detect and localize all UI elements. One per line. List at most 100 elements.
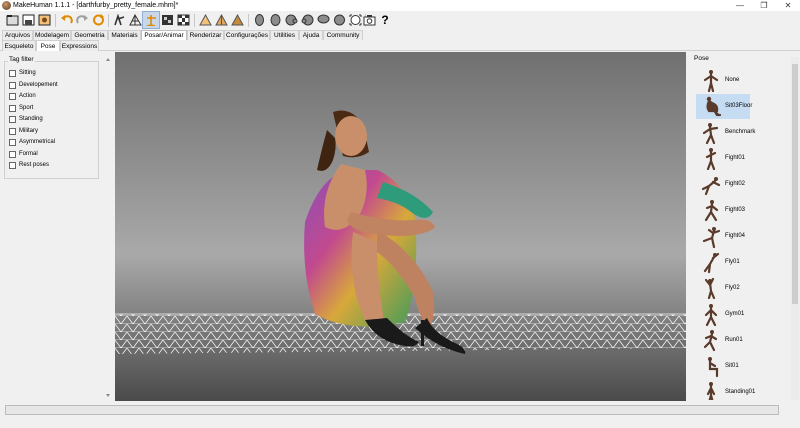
pose-toggle-icon [146, 15, 156, 26]
reset-button[interactable] [90, 12, 106, 28]
back-view-icon [230, 14, 244, 26]
tag-filter-sitting[interactable]: Sitting [9, 68, 36, 79]
pose-thumbnail-icon [704, 277, 716, 300]
subtab-esqueleto[interactable]: Esqueleto [2, 40, 36, 51]
checkbox[interactable] [9, 139, 16, 146]
pose-thumbnail-icon [704, 304, 718, 326]
pose-item-fight04[interactable]: Fight04 [696, 224, 750, 249]
tab-arquivos[interactable]: Arquivos [2, 30, 33, 40]
status-bar [0, 401, 800, 428]
front-view-button[interactable] [197, 12, 213, 28]
tab-renderizar[interactable]: Renderizar [187, 30, 224, 40]
tab-modelagem[interactable]: Modelagem [33, 30, 71, 40]
pose-item-none[interactable]: None [696, 68, 750, 93]
back-view-button[interactable] [229, 12, 245, 28]
export-icon [38, 14, 50, 26]
screenshot-button[interactable] [361, 12, 377, 28]
head-view-4-button[interactable] [299, 12, 315, 28]
tab-ajuda[interactable]: Ajuda [299, 30, 323, 40]
tag-filter-rest-poses[interactable]: Rest poses [9, 160, 49, 171]
tab-geometria[interactable]: Geometria [71, 30, 108, 40]
maximize-button[interactable]: ❐ [752, 0, 776, 11]
pose-item-fly01[interactable]: Fly01 [696, 250, 750, 275]
tag-filter-formal[interactable]: Formal [9, 149, 38, 160]
tab-configuracoes[interactable]: Configurações [224, 30, 270, 40]
pose-thumbnail-icon [705, 148, 717, 170]
head-view-6-icon [333, 14, 345, 26]
3d-viewport[interactable] [115, 52, 686, 401]
title-bar: MakeHuman 1.1.1 - [darthfurby_pretty_fem… [0, 0, 800, 11]
checker-toggle-button[interactable] [175, 12, 191, 28]
left-panel-scrollbar[interactable] [105, 57, 112, 399]
pose-toggle-button[interactable] [142, 11, 160, 29]
tag-filter-standing[interactable]: Standing [9, 114, 43, 125]
pose-thumbnail-icon [706, 96, 722, 117]
checkbox[interactable] [9, 81, 16, 89]
pose-item-fly02[interactable]: Fly02 [696, 276, 750, 301]
pose-list-scrollbar[interactable] [791, 57, 799, 400]
subtab-pose[interactable]: Pose [36, 40, 60, 51]
side-view-button[interactable] [213, 12, 229, 28]
toolbar-separator [194, 14, 195, 27]
save-file-button[interactable] [20, 12, 36, 28]
pose-item-benchmark[interactable]: Benchmark [696, 120, 755, 145]
tag-filter-military[interactable]: Military [9, 126, 38, 137]
scrollbar-thumb[interactable] [792, 64, 798, 304]
pose-list: None Sit03Floor Benchmark Fight01 Fight0… [694, 66, 782, 400]
export-button[interactable] [36, 12, 52, 28]
redo-icon [75, 15, 88, 24]
undo-button[interactable] [58, 12, 74, 28]
pose-item-standing01[interactable]: Standing01 [696, 380, 755, 400]
screenshot-icon [363, 15, 375, 26]
checkbox[interactable] [9, 70, 16, 77]
checkbox[interactable] [9, 127, 16, 135]
open-file-button[interactable] [4, 12, 20, 28]
tab-posar-animar[interactable]: Posar/Animar [141, 30, 187, 40]
pose-item-gym01[interactable]: Gym01 [696, 302, 750, 327]
pose-item-fight02[interactable]: Fight02 [696, 172, 750, 197]
tag-filter-sport[interactable]: Sport [9, 103, 33, 114]
head-view-3-button[interactable] [283, 12, 299, 28]
head-view-6-button[interactable] [331, 12, 347, 28]
tab-community[interactable]: Community [323, 30, 363, 40]
pose-item-label: Sit01 [725, 363, 739, 369]
head-view-2-button[interactable] [267, 12, 283, 28]
pose-item-fight01[interactable]: Fight01 [696, 146, 750, 171]
tab-utilities[interactable]: Utilities [270, 30, 299, 40]
toolbar-separator [55, 14, 56, 27]
help-button[interactable]: ? [377, 12, 393, 28]
checkbox[interactable] [9, 116, 16, 123]
tag-filter-asymmetrical[interactable]: Asymmetrical [9, 137, 55, 148]
skeleton-toggle-button[interactable] [111, 12, 127, 28]
checkbox[interactable] [9, 150, 16, 158]
tag-filter-developement[interactable]: Developement [9, 80, 58, 91]
scroll-up-icon[interactable] [106, 58, 110, 61]
front-view-icon [198, 14, 212, 26]
checkbox[interactable] [9, 93, 16, 100]
tag-filter-action[interactable]: Action [9, 91, 36, 102]
redo-button[interactable] [74, 12, 90, 28]
pose-item-label: Fight03 [725, 207, 746, 213]
pose-item-run01[interactable]: Run01 [696, 328, 750, 353]
head-view-1-button[interactable] [251, 12, 267, 28]
head-view-5-icon [317, 14, 329, 24]
left-panel: Tag filter Sitting Developement Action S… [0, 51, 114, 401]
pose-item-sit01[interactable]: Sit01 [696, 354, 750, 379]
scroll-down-icon[interactable] [106, 394, 110, 397]
subtab-expressions[interactable]: Expressions [60, 40, 99, 51]
close-button[interactable]: ✕ [776, 0, 800, 11]
head-view-5-button[interactable] [315, 12, 331, 28]
checkbox[interactable] [9, 162, 16, 169]
pose-item-fight03[interactable]: Fight03 [696, 198, 750, 223]
checkbox[interactable] [9, 104, 16, 112]
save-icon [22, 14, 34, 26]
minimize-button[interactable]: — [728, 0, 752, 11]
pose-item-sit03floor[interactable]: Sit03Floor [696, 94, 752, 119]
tab-materiais[interactable]: Materiais [108, 30, 141, 40]
wireframe-toggle-button[interactable] [127, 12, 143, 28]
window-title: MakeHuman 1.1.1 - [darthfurby_pretty_fem… [13, 2, 179, 9]
background-toggle-icon [161, 15, 173, 25]
pose-item-label: Gym01 [725, 311, 745, 317]
background-toggle-button[interactable] [159, 12, 175, 28]
toolbar-separator [108, 14, 109, 27]
